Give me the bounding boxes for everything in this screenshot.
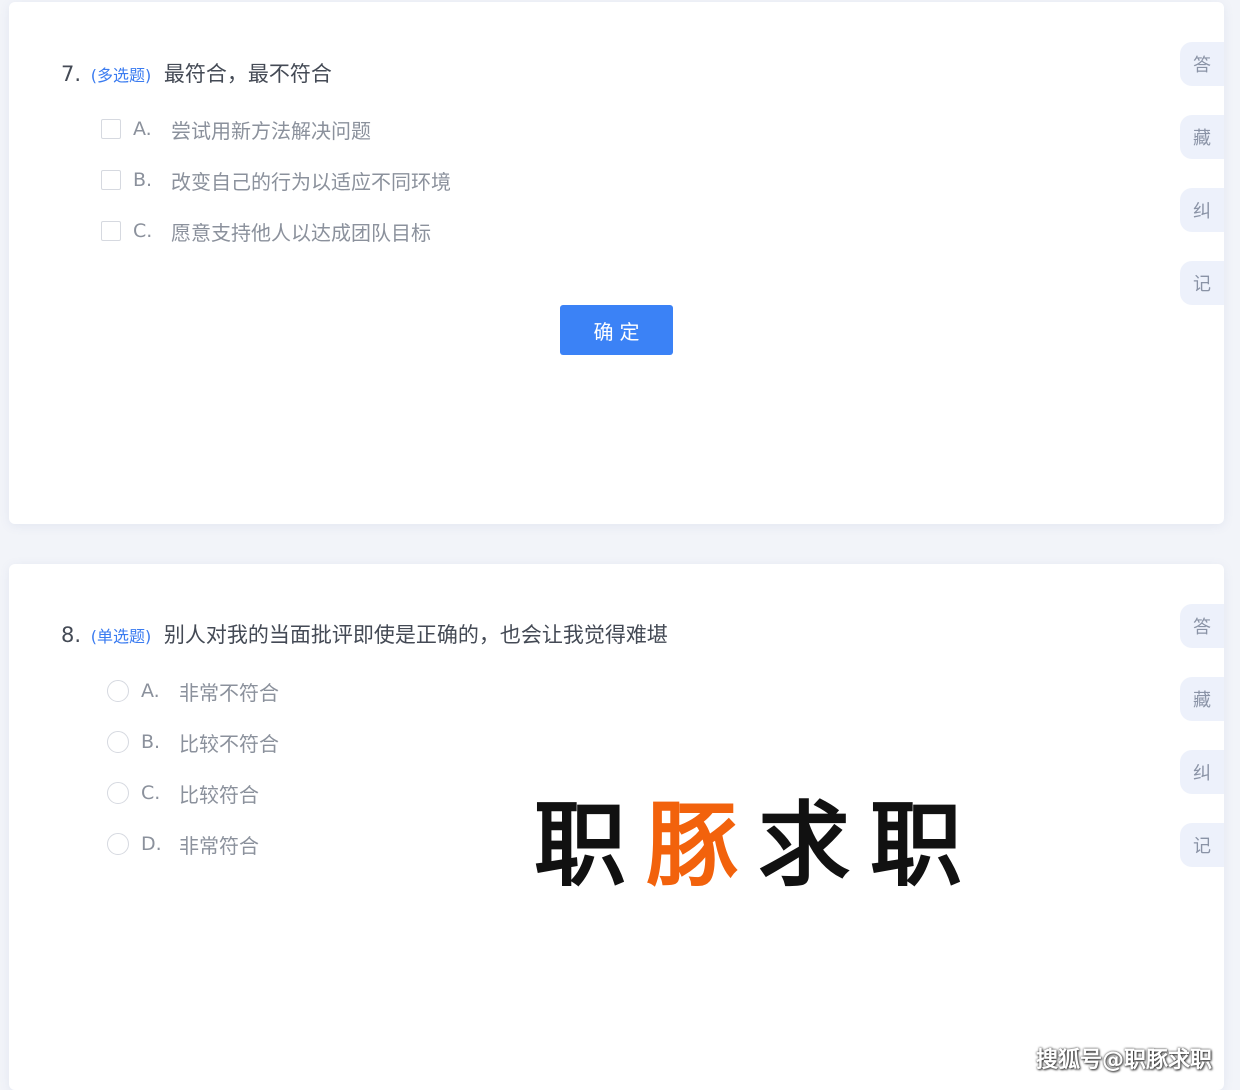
- option-c[interactable]: C. 比较符合: [107, 778, 259, 808]
- favorite-tool-button[interactable]: 藏: [1180, 115, 1224, 159]
- note-tool-button[interactable]: 记: [1180, 823, 1224, 867]
- option-text: 非常不符合: [179, 680, 279, 705]
- option-checkbox[interactable]: [101, 170, 121, 190]
- option-radio[interactable]: [107, 731, 129, 753]
- question-text: 别人对我的当面批评即使是正确的，也会让我觉得难堪: [163, 623, 668, 647]
- logo-char-accent: 豚: [646, 792, 759, 899]
- option-a[interactable]: A. 非常不符合: [107, 676, 279, 706]
- question-text: 最符合，最不符合: [163, 62, 332, 86]
- option-radio[interactable]: [107, 782, 129, 804]
- question-type-label: (多选题): [90, 66, 152, 85]
- option-a[interactable]: A. 尝试用新方法解决问题: [101, 114, 371, 144]
- option-d[interactable]: D. 非常符合: [107, 829, 259, 859]
- side-toolbar: 答 藏 纠 记: [1180, 604, 1224, 896]
- option-letter: B.: [133, 169, 153, 191]
- question-card-7: 7. (多选题) 最符合，最不符合 A. 尝试用新方法解决问题 B. 改变自己的…: [9, 2, 1224, 524]
- answer-tool-button[interactable]: 答: [1180, 42, 1224, 86]
- option-text: 改变自己的行为以适应不同环境: [171, 169, 451, 194]
- option-checkbox[interactable]: [101, 221, 121, 241]
- note-tool-button[interactable]: 记: [1180, 261, 1224, 305]
- watermark: 搜狐号@职豚求职: [1035, 1048, 1212, 1073]
- option-b[interactable]: B. 比较不符合: [107, 727, 279, 757]
- option-text: 非常符合: [179, 833, 259, 858]
- answer-tool-button[interactable]: 答: [1180, 604, 1224, 648]
- report-error-tool-button[interactable]: 纠: [1180, 750, 1224, 794]
- option-radio[interactable]: [107, 680, 129, 702]
- option-letter: B.: [141, 731, 161, 753]
- option-text: 比较符合: [179, 782, 259, 807]
- report-error-tool-button[interactable]: 纠: [1180, 188, 1224, 232]
- option-checkbox[interactable]: [101, 119, 121, 139]
- favorite-tool-button[interactable]: 藏: [1180, 677, 1224, 721]
- option-text: 尝试用新方法解决问题: [171, 118, 371, 143]
- question-title: 7. (多选题) 最符合，最不符合: [61, 59, 332, 91]
- option-letter: C.: [133, 220, 153, 242]
- option-radio[interactable]: [107, 833, 129, 855]
- side-toolbar: 答 藏 纠 记: [1180, 42, 1224, 334]
- option-b[interactable]: B. 改变自己的行为以适应不同环境: [101, 165, 451, 195]
- brand-logo: 职豚求职: [534, 800, 982, 892]
- option-letter: A.: [141, 680, 160, 702]
- logo-char: 职: [870, 792, 983, 899]
- option-text: 愿意支持他人以达成团队目标: [171, 220, 431, 245]
- option-letter: D.: [141, 833, 162, 855]
- question-title: 8. (单选题) 别人对我的当面批评即使是正确的，也会让我觉得难堪: [61, 620, 668, 652]
- logo-char: 职: [534, 792, 647, 899]
- question-number: 7.: [61, 62, 82, 86]
- option-c[interactable]: C. 愿意支持他人以达成团队目标: [101, 216, 431, 246]
- question-number: 8.: [61, 623, 82, 647]
- logo-char: 求: [758, 792, 871, 899]
- option-text: 比较不符合: [179, 731, 279, 756]
- option-letter: C.: [141, 782, 161, 804]
- confirm-button[interactable]: 确定: [560, 305, 673, 355]
- option-letter: A.: [133, 118, 152, 140]
- question-type-label: (单选题): [90, 627, 152, 646]
